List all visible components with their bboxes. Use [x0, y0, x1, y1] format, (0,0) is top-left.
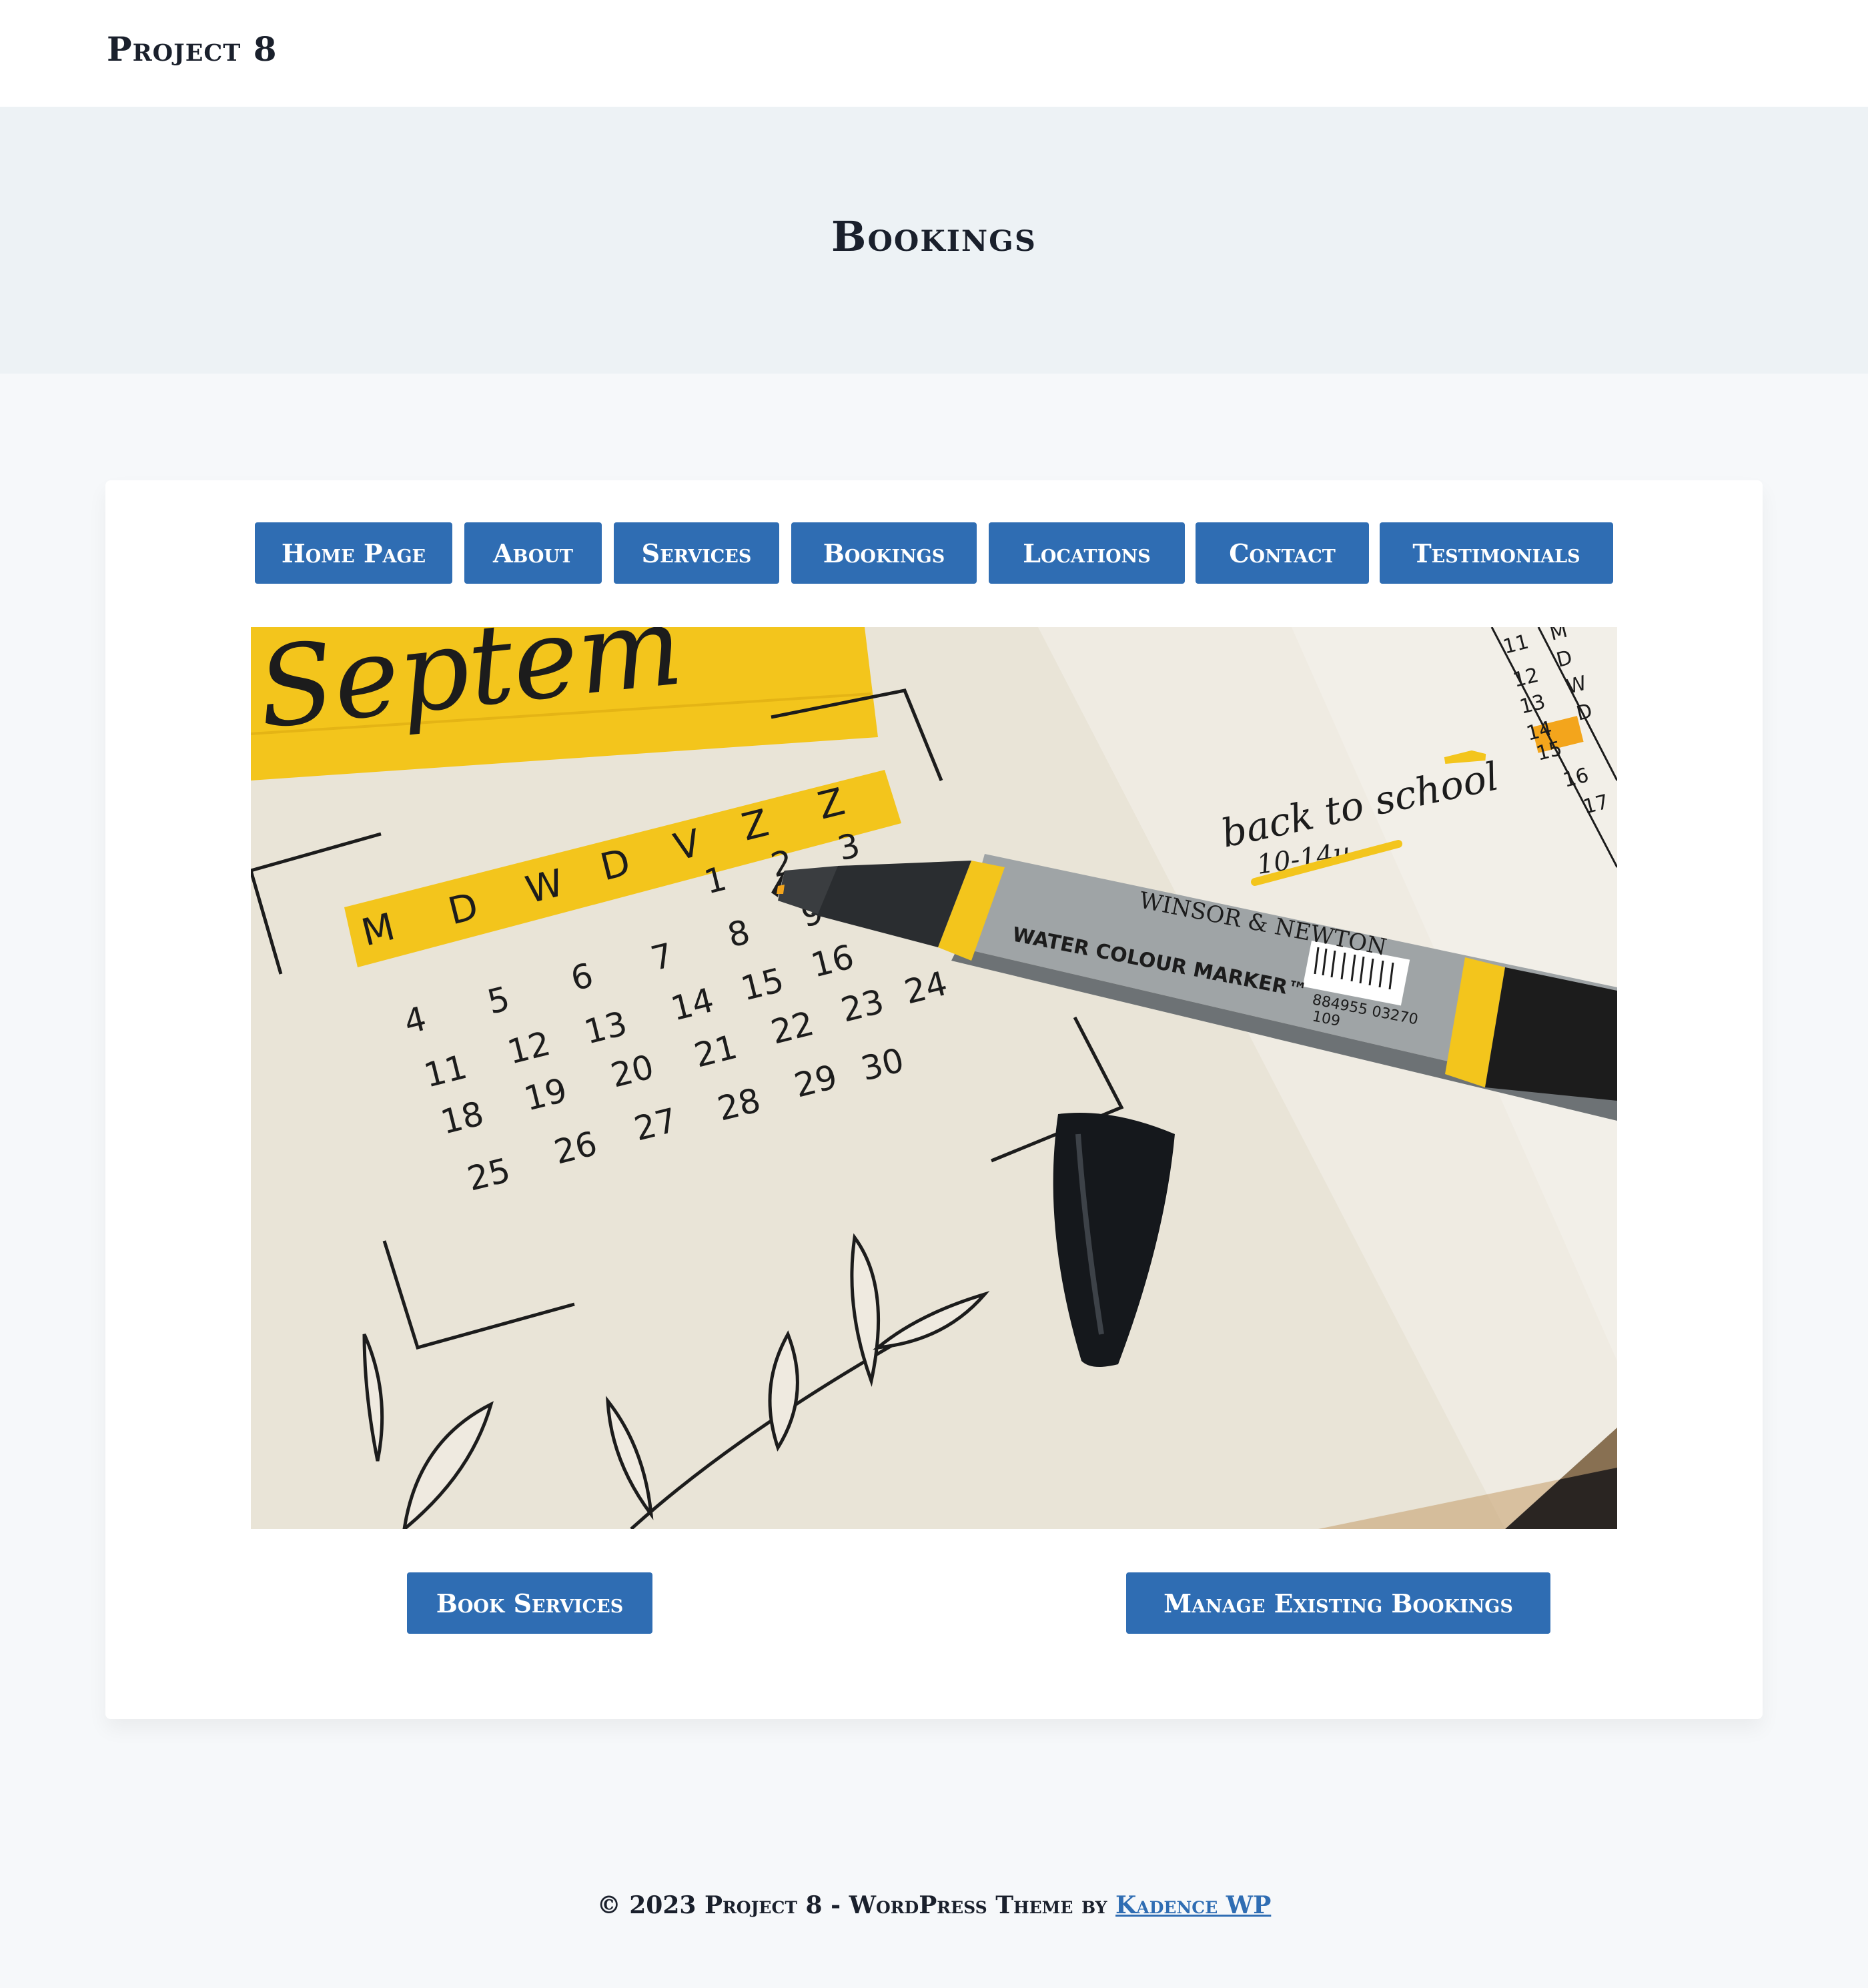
nav-button-services[interactable]: Services	[614, 522, 779, 584]
nav-button-bookings[interactable]: Bookings	[791, 522, 977, 584]
bullet-journal-calendar-image: Septem M D W D V Z Z 1 2 3 4 5 6 7 8 11 …	[251, 627, 1617, 1529]
nav-button-locations[interactable]: Locations	[989, 522, 1185, 584]
site-title[interactable]: Project 8	[107, 29, 278, 69]
page-hero: Bookings	[0, 107, 1868, 374]
content-card: Home Page About Services Bookings Locati…	[105, 480, 1763, 1719]
book-services-button[interactable]: Book Services	[407, 1572, 652, 1634]
nav-button-about[interactable]: About	[464, 522, 602, 584]
site-footer: © 2023 Project 8 - WordPress Theme by Ka…	[0, 1891, 1868, 1919]
nav-button-home-page[interactable]: Home Page	[255, 522, 452, 584]
footer-credit: © 2023 Project 8 - WordPress Theme by	[596, 1891, 1116, 1919]
page-title: Bookings	[831, 212, 1037, 261]
site-header: Project 8	[0, 0, 1868, 107]
manage-bookings-button[interactable]: Manage Existing Bookings	[1126, 1572, 1550, 1634]
nav-button-contact[interactable]: Contact	[1196, 522, 1369, 584]
kadence-wp-link[interactable]: Kadence WP	[1115, 1891, 1271, 1919]
nav-button-testimonials[interactable]: Testimonials	[1380, 522, 1613, 584]
